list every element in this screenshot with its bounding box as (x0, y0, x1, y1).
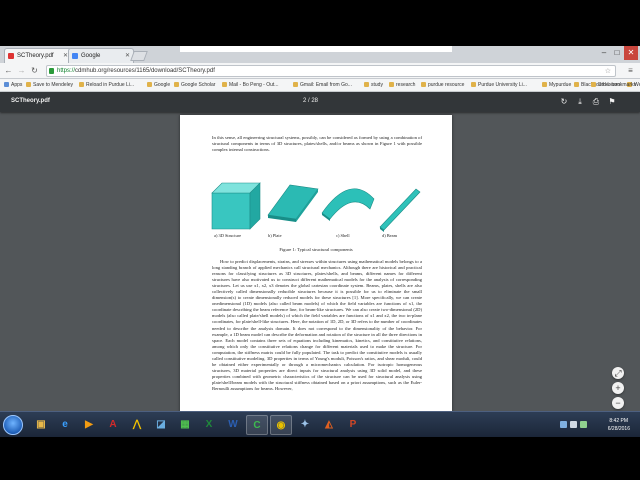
menu-icon[interactable]: ≡ (625, 65, 636, 76)
shell-illustration (321, 188, 375, 221)
tab-label: Google (81, 53, 101, 59)
tab-google[interactable]: Google ✕ (68, 48, 134, 63)
body-paragraph: How to predict displacements, strains, a… (212, 259, 422, 391)
download-icon[interactable]: ⤓ (575, 97, 585, 107)
pdf-icon (8, 53, 14, 59)
page-indicator: 2 / 28 (303, 98, 319, 104)
rotate-icon[interactable]: ↻ (559, 97, 569, 107)
windows-taskbar: ▣ e ▶ A ⋀ ◪ ▦ X W C ◉ ✦ ◭ P 8:42 PM 6/28/2016 (0, 411, 640, 437)
structural-components-figure (211, 182, 421, 232)
minimize-icon[interactable]: – (598, 46, 610, 60)
reload-icon[interactable]: ↻ (29, 65, 40, 76)
bookmark-item[interactable]: Gmail: Email from Go... (293, 82, 352, 88)
tab-sctheory[interactable]: SCTheory.pdf ✕ (4, 48, 72, 63)
bookmark-item[interactable]: Google (147, 82, 170, 88)
yellow-app-icon[interactable]: ⋀ (126, 415, 148, 435)
word-app-icon[interactable]: W (222, 415, 244, 435)
tool-app-icon[interactable]: ✦ (294, 415, 316, 435)
figure-label-3d: a) 3D Structure (214, 233, 242, 238)
figure-label-plate: b) Plate (268, 233, 282, 238)
network-icon[interactable] (560, 421, 567, 428)
print-icon[interactable]: ⎙ (591, 97, 601, 107)
bookmark-menu-icon[interactable]: ⚑ (607, 97, 617, 107)
camtasia-app-icon[interactable]: C (246, 415, 268, 435)
clock-date[interactable]: 6/28/2016 (608, 426, 630, 432)
internet-explorer-app-icon[interactable]: e (54, 415, 76, 435)
media-player-app-icon[interactable]: ▶ (78, 415, 100, 435)
url-text: cdmhub.org/resources/1165/download/SCThe… (75, 68, 215, 74)
bookmark-item[interactable]: Other bookmarks (590, 82, 636, 88)
close-window-icon[interactable]: ✕ (624, 46, 638, 60)
pdf-viewer: SCTheory.pdf 2 / 28 ↻ ⤓ ⎙ ⚑ In this sens… (0, 46, 640, 411)
figure-label-shell: c) Shell (336, 233, 350, 238)
acrobat-app-icon[interactable]: A (102, 415, 124, 435)
figure-caption: Figure 1: Typical structural components (279, 247, 353, 252)
zoom-in-button[interactable]: + (612, 382, 624, 394)
bookmark-item[interactable]: Mail - Bo Peng - Out... (222, 82, 278, 88)
back-icon[interactable]: ← (3, 65, 14, 76)
pdf-toolbar: SCTheory.pdf 2 / 28 ↻ ⤓ ⎙ ⚑ (0, 92, 640, 112)
bookmark-item[interactable]: Mypurdue (542, 82, 571, 88)
bookmarks-bar: Apps Save to Mendeley Reload in Purdue Li.… (0, 79, 640, 92)
google-icon (72, 53, 78, 59)
bookmark-item[interactable]: research (389, 82, 415, 88)
matlab-app-icon[interactable]: ◭ (318, 415, 340, 435)
clock-time[interactable]: 8:42 PM (609, 418, 628, 424)
maximize-icon[interactable]: □ (611, 46, 623, 60)
bookmark-item[interactable]: Apps (4, 82, 22, 88)
powerpoint-app-icon[interactable]: P (342, 415, 364, 435)
volume-icon[interactable] (570, 421, 577, 428)
browser-window: SCTheory.pdf ✕ Google ✕ – □ ✕ ← → ↻ http… (0, 46, 640, 411)
3d-structure-illustration (211, 182, 261, 230)
beam-illustration (379, 188, 421, 232)
browser-toolbar: ← → ↻ https://cdmhub.org/resources/1165/… (0, 63, 640, 79)
flag-icon[interactable] (580, 421, 587, 428)
start-button[interactable] (3, 415, 23, 435)
bookmark-item[interactable]: Purdue University Li... (471, 82, 527, 88)
chrome-app-icon[interactable]: ◉ (270, 415, 292, 435)
star-icon[interactable]: ☆ (605, 67, 611, 75)
fit-page-button[interactable]: ⤢ (612, 367, 624, 379)
excel-app-icon[interactable]: X (198, 415, 220, 435)
bookmark-item[interactable]: Save to Mendeley (26, 82, 73, 88)
previous-page (180, 46, 452, 52)
plate-illustration (267, 184, 319, 222)
pdf-page: In this sense, all engineering structura… (180, 115, 452, 411)
bookmark-item[interactable]: Reload in Purdue Li... (79, 82, 134, 88)
bookmark-item[interactable]: study (364, 82, 383, 88)
url-scheme: https:// (57, 68, 76, 74)
lock-icon (49, 68, 54, 74)
apps-grid-icon[interactable]: ▦ (174, 415, 196, 435)
new-tab-button[interactable] (130, 51, 148, 61)
close-icon[interactable]: ✕ (125, 52, 130, 59)
intro-paragraph: In this sense, all engineering structura… (212, 135, 422, 153)
bookmark-item[interactable]: purdue resource (421, 82, 464, 88)
figure-label-beam: d) Beam (382, 233, 397, 238)
forward-icon[interactable]: → (16, 65, 27, 76)
address-bar[interactable]: https://cdmhub.org/resources/1165/downlo… (46, 65, 616, 77)
tab-label: SCTheory.pdf (17, 53, 54, 59)
photo-app-icon[interactable]: ◪ (150, 415, 172, 435)
system-tray: 8:42 PM 6/28/2016 (546, 416, 636, 434)
pdf-title: SCTheory.pdf (11, 98, 50, 104)
bookmark-item[interactable]: Google Scholar (174, 82, 215, 88)
zoom-out-button[interactable]: − (612, 397, 624, 409)
explorer-app-icon[interactable]: ▣ (30, 415, 52, 435)
